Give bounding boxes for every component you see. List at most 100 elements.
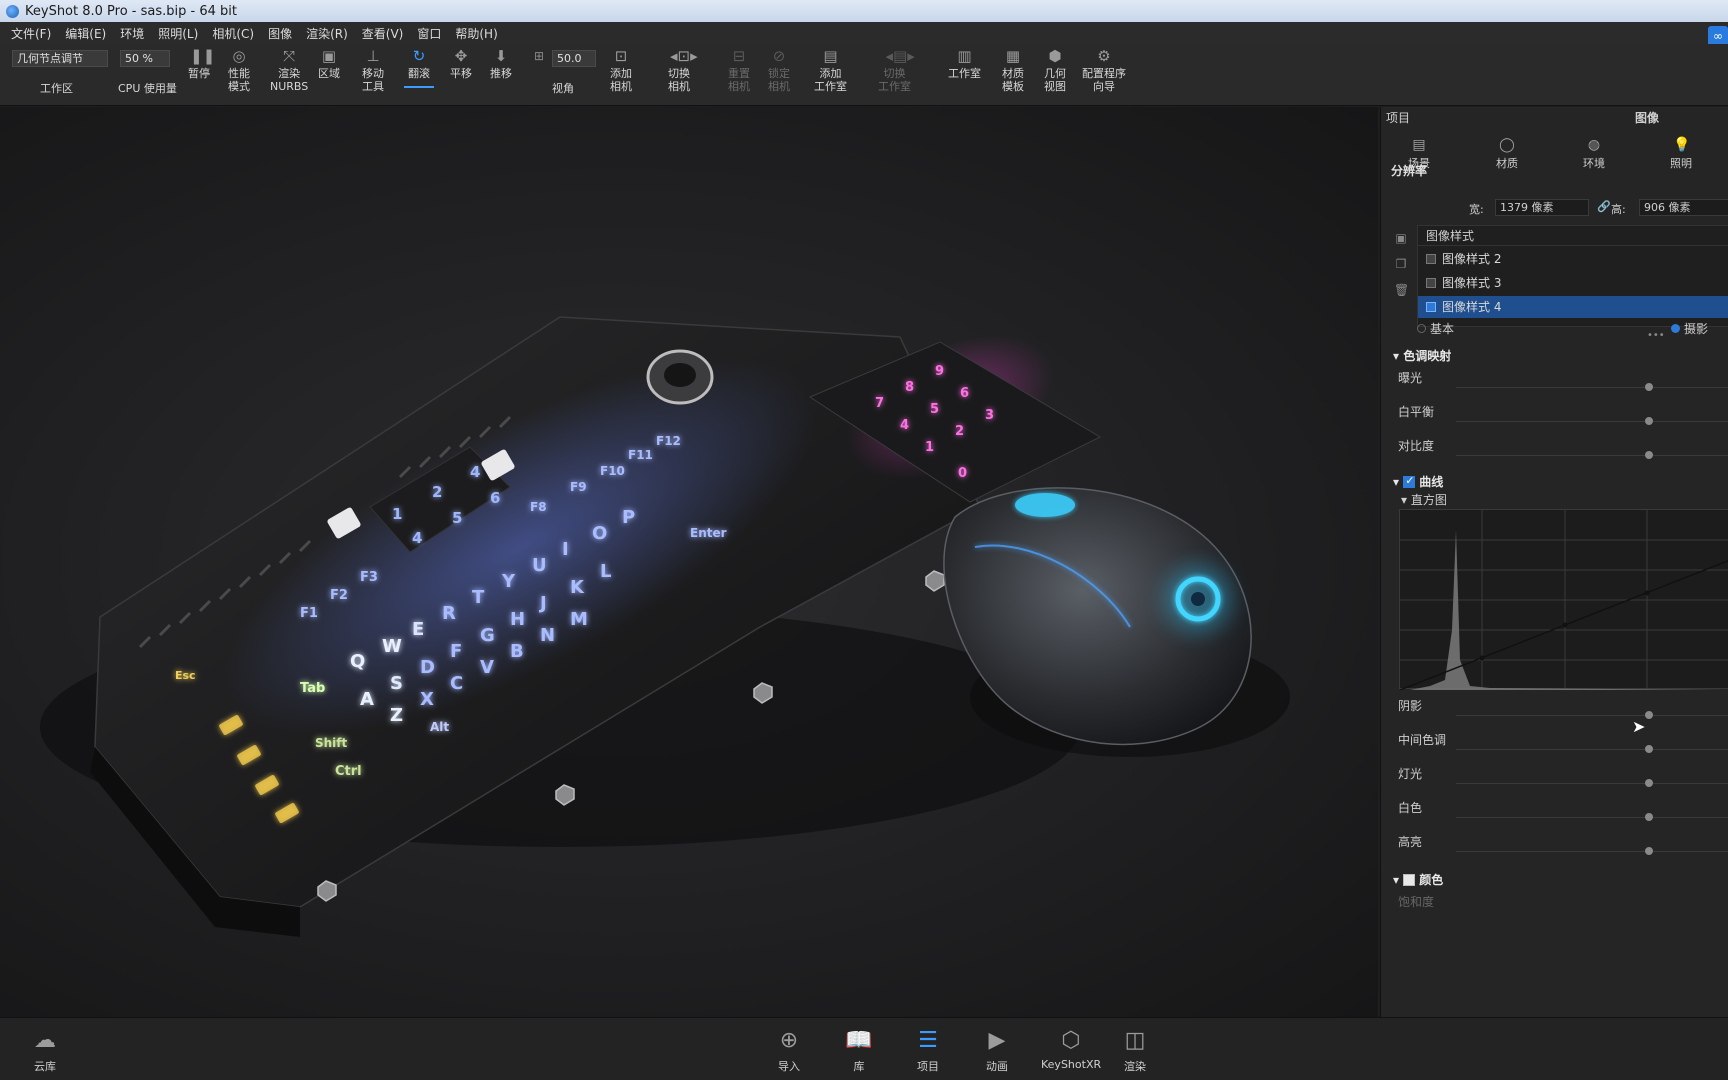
pan-button[interactable]: ✥ 平移 [450, 48, 472, 80]
key-label: Ctrl [335, 764, 362, 779]
whites-slider[interactable] [1456, 817, 1728, 818]
tumble-button[interactable]: ↻ 翻滚 [404, 48, 434, 88]
menu-bar: 文件(F) 编辑(E) 环境 照明(L) 相机(C) 图像 渲染(R) 查看(V… [0, 22, 1728, 44]
contrast-label: 对比度 [1398, 439, 1435, 453]
config-wizard-icon: ⚙ [1097, 47, 1111, 65]
lights-slider[interactable] [1456, 783, 1728, 784]
shadows-slider-knob[interactable] [1645, 711, 1653, 719]
render-button[interactable]: ◫ 渲染 [1110, 1026, 1160, 1074]
highlights-slider[interactable] [1456, 851, 1728, 852]
tone-mapping-section[interactable]: ▾ 色调映射 [1393, 347, 1451, 364]
curve-point[interactable] [1644, 590, 1650, 596]
switch-studio-icon: ◂▤▸ [885, 47, 915, 65]
mode-basic-radio[interactable]: 基本 [1417, 320, 1454, 337]
menu-edit[interactable]: 编辑(E) [58, 25, 113, 42]
mouse-cursor-icon: ➤ [1632, 717, 1646, 736]
whites-slider-knob[interactable] [1645, 813, 1653, 821]
image-style-item[interactable]: 图像样式 2 [1418, 248, 1728, 270]
studio-button[interactable]: ▥ 工作室 [948, 48, 981, 80]
tab-lighting[interactable]: 💡 照明 [1651, 137, 1711, 171]
lock-ratio-icon[interactable]: 🔗 [1597, 200, 1611, 213]
menu-view[interactable]: 查看(V) [355, 25, 411, 42]
menu-window[interactable]: 窗口 [410, 25, 448, 42]
config-wizard-button[interactable]: ⚙ 配置程序 向导 [1082, 48, 1126, 93]
width-input[interactable]: 1379 像素 [1495, 199, 1589, 216]
menu-environment[interactable]: 环境 [113, 25, 151, 42]
add-studio-button[interactable]: ▤ 添加 工作室 [814, 48, 847, 93]
keyshotxr-button[interactable]: ⬡ KeyShotXR [1041, 1026, 1101, 1071]
midtones-slider-knob[interactable] [1645, 745, 1653, 753]
menu-render[interactable]: 渲染(R) [299, 25, 355, 42]
move-tool-button[interactable]: ⊥ 移动 工具 [362, 48, 384, 93]
key-label: Shift [315, 736, 348, 750]
delete-style-icon[interactable]: 🗑 [1394, 283, 1409, 297]
tab-environment[interactable]: ◍ 环境 [1564, 137, 1624, 171]
render-viewport[interactable]: 1 2 4 4 5 6 F1 F2 F3 F8 F9 F10 F11 F12 T… [0, 107, 1378, 1017]
histogram-toggle[interactable]: ▾ 直方图 [1401, 491, 1447, 508]
lock-camera-icon: ⊘ [772, 47, 786, 65]
color-section[interactable]: ▾ 颜色 [1393, 871, 1443, 888]
curves-checkbox[interactable] [1403, 474, 1416, 488]
import-button[interactable]: ⊕ 导入 [764, 1026, 814, 1074]
geometry-view-button[interactable]: ⬢ 几何 视图 [1044, 48, 1066, 93]
menu-lighting[interactable]: 照明(L) [151, 25, 205, 42]
performance-mode-button[interactable]: ◎ 性能 模式 [228, 48, 250, 93]
highlights-slider-knob[interactable] [1645, 847, 1653, 855]
key-label: F2 [330, 588, 348, 603]
tab-material[interactable]: ◯ 材质 [1477, 137, 1537, 171]
link-icon[interactable]: ∞ [1708, 26, 1728, 46]
lock-camera-button[interactable]: ⊘ 锁定 相机 [768, 48, 790, 93]
key-label: 2 [955, 424, 964, 439]
pause-button[interactable]: ❚❚ 暂停 [188, 48, 215, 80]
material-template-button[interactable]: ▦ 材质 模板 [1002, 48, 1024, 93]
white-balance-slider-knob[interactable] [1645, 417, 1653, 425]
key-label: F [450, 641, 462, 662]
mode-photo-radio[interactable]: 摄影 [1671, 320, 1708, 337]
menu-camera[interactable]: 相机(C) [205, 25, 261, 42]
height-input[interactable]: 906 像素 [1639, 199, 1728, 216]
more-options-icon[interactable]: ••• [1647, 330, 1665, 341]
cloud-library-button[interactable]: ☁ 云库 [20, 1026, 70, 1074]
duplicate-style-icon[interactable]: ❐ [1394, 257, 1408, 271]
lights-slider-knob[interactable] [1645, 779, 1653, 787]
white-balance-slider[interactable] [1456, 421, 1728, 422]
lighting-icon: 💡 [1673, 137, 1691, 153]
contrast-slider[interactable] [1456, 455, 1728, 456]
region-button[interactable]: ▣ 区域 [318, 48, 340, 80]
workspace-label: 工作区 [40, 82, 73, 95]
exposure-slider-knob[interactable] [1645, 383, 1653, 391]
fov-input[interactable]: 50.0 [552, 50, 596, 67]
volume-knob-center [664, 363, 696, 387]
midtones-slider[interactable] [1456, 749, 1728, 750]
add-style-icon[interactable]: ▣ [1394, 231, 1408, 245]
menu-image[interactable]: 图像 [261, 25, 299, 42]
add-camera-button[interactable]: ⊡ 添加 相机 [610, 48, 632, 93]
dolly-button[interactable]: ⬇ 推移 [490, 48, 512, 80]
menu-file[interactable]: 文件(F) [4, 25, 58, 42]
switch-camera-button[interactable]: ◂⊡▸ 切换 相机 [668, 48, 698, 93]
animation-button[interactable]: ▶ 动画 [972, 1026, 1022, 1074]
key-label: V [480, 657, 494, 678]
image-style-item-selected[interactable]: 图像样式 4 [1418, 296, 1728, 318]
curve-point[interactable] [1562, 622, 1568, 628]
shadows-slider[interactable] [1456, 715, 1728, 716]
key-label: G [480, 625, 495, 646]
reset-camera-button[interactable]: ⊟ 重置 相机 [728, 48, 750, 93]
white-balance-label: 白平衡 [1398, 405, 1435, 419]
curves-section[interactable]: ▾ 曲线 [1393, 473, 1443, 490]
render-nurbs-button[interactable]: ⤧ 渲染 NURBS [270, 48, 308, 93]
curve-point[interactable] [1479, 655, 1485, 661]
color-checkbox[interactable] [1403, 874, 1416, 886]
animation-icon: ▶ [988, 1028, 1006, 1053]
workspace-select[interactable]: 几何节点调节 [12, 50, 108, 67]
contrast-slider-knob[interactable] [1645, 451, 1653, 459]
library-button[interactable]: 📖 库 [834, 1026, 884, 1074]
exposure-slider[interactable] [1456, 387, 1728, 388]
switch-studio-button[interactable]: ◂▤▸ 切换 工作室 [878, 47, 915, 93]
image-style-item[interactable]: 图像样式 3 [1418, 272, 1728, 294]
histogram-curve-editor[interactable] [1399, 509, 1728, 691]
menu-help[interactable]: 帮助(H) [448, 25, 504, 42]
cpu-usage-select[interactable]: 50 % [120, 50, 170, 67]
key-label: Alt [430, 720, 449, 734]
project-button[interactable]: ☰ 项目 [903, 1026, 953, 1074]
